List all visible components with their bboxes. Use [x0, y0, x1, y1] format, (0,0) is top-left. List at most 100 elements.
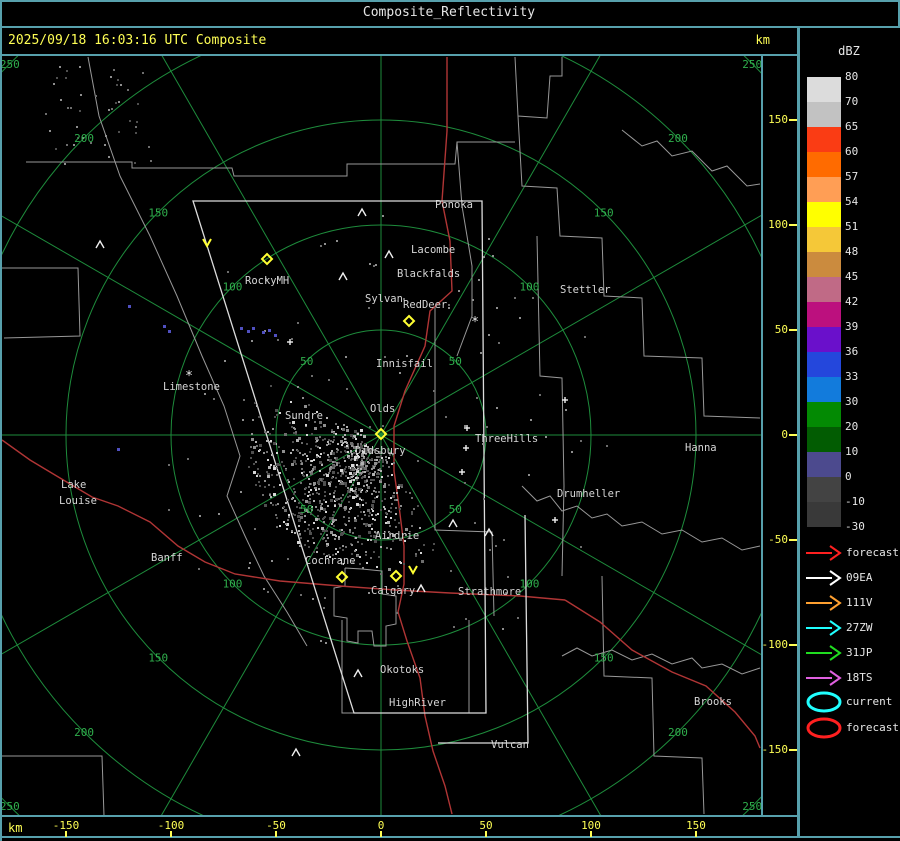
echo-pixel [330, 499, 333, 502]
echo-pixel [340, 533, 343, 536]
echo-pixel [163, 325, 166, 328]
echo-pixel [304, 530, 306, 532]
city-label: Cochrane [305, 555, 356, 567]
echo-pixel [351, 544, 353, 546]
echo-pixel [128, 305, 131, 308]
colorbar-swatch [807, 452, 841, 477]
echo-pixel [342, 545, 344, 547]
legend-label: forecast [846, 721, 899, 734]
echo-pixel [252, 419, 254, 421]
echo-pixel [495, 545, 497, 547]
range-ring-label: 200 [74, 726, 94, 739]
echo-pixel [333, 492, 335, 494]
echo-pixel [248, 567, 250, 569]
echo-pixel [251, 451, 254, 454]
boundary-line [601, 575, 705, 815]
echo-pixel [309, 530, 311, 532]
echo-pixel [312, 598, 314, 600]
echo-pixel [296, 506, 298, 508]
range-ring-label: 150 [148, 652, 168, 665]
echo-pixel [359, 474, 361, 476]
echo-pixel [381, 500, 383, 502]
echo-pixel [259, 449, 261, 451]
echo-pixel [266, 471, 268, 473]
echo-pixel [250, 457, 252, 459]
echo-pixel [259, 485, 261, 487]
echo-pixel [371, 468, 373, 470]
echo-pixel [298, 525, 300, 527]
echo-pixel [294, 532, 296, 534]
echo-pixel [276, 474, 278, 476]
echo-pixel [276, 414, 278, 416]
caret-marker-icon [338, 271, 348, 281]
caret-marker-icon [353, 668, 363, 678]
echo-pixel [448, 304, 450, 306]
echo-pixel [367, 539, 369, 541]
radar-map[interactable]: 50 50 50 50 100 100 100 100 150 150 150 150 200 200 20… [2, 56, 761, 815]
range-ring-label: 200 [74, 132, 94, 145]
echo-pixel [271, 454, 273, 456]
echo-pixel [322, 439, 324, 441]
echo-pixel [287, 499, 289, 501]
echo-pixel [565, 409, 567, 411]
echo-pixel [318, 518, 320, 520]
echo-pixel [255, 484, 257, 486]
echo-pixel [332, 441, 334, 443]
echo-pixel [368, 476, 370, 478]
echo-pixel [311, 433, 313, 435]
echo-pixel [378, 491, 380, 493]
echo-pixel [348, 520, 350, 522]
colorbar-tick-label: -30 [845, 520, 865, 533]
echo-pixel [270, 440, 272, 442]
echo-pixel [371, 504, 374, 507]
echo-pixel [204, 393, 206, 395]
echo-pixel [270, 496, 272, 498]
echo-pixel [366, 484, 368, 486]
echo-pixel [368, 592, 370, 594]
echo-pixel [383, 485, 386, 488]
echo-pixel [323, 537, 325, 539]
echo-pixel [309, 532, 312, 535]
echo-pixel [301, 472, 303, 474]
echo-pixel [374, 487, 376, 489]
echo-pixel [288, 514, 290, 516]
chevron-down-icon [202, 238, 212, 249]
echo-pixel [319, 502, 321, 504]
echo-pixel [334, 490, 336, 492]
bottom-axis-tick [590, 831, 592, 837]
echo-pixel [299, 533, 301, 535]
echo-pixel [198, 568, 200, 570]
echo-pixel [378, 461, 380, 463]
echo-pixel [356, 479, 358, 481]
echo-pixel [362, 504, 364, 506]
echo-pixel [108, 109, 110, 111]
echo-pixel [295, 463, 297, 465]
echo-pixel [338, 538, 340, 540]
echo-pixel [334, 457, 336, 459]
echo-pixel [283, 521, 285, 523]
bottom-axis-tick [65, 831, 67, 837]
echo-pixel [53, 83, 55, 85]
echo-pixel [79, 66, 81, 68]
echo-pixel [306, 434, 308, 436]
echo-pixel [483, 498, 485, 500]
echo-pixel [395, 507, 397, 509]
echo-pixel [376, 459, 378, 461]
station-diamond-icon [402, 314, 416, 328]
range-ring-label: 250 [742, 58, 761, 71]
echo-pixel [386, 461, 388, 463]
echo-pixel [308, 404, 310, 406]
echo-pixel [365, 491, 367, 493]
echo-pixel [390, 517, 392, 519]
echo-pixel [287, 558, 289, 560]
echo-pixel [423, 544, 425, 546]
echo-pixel [361, 518, 363, 520]
echo-pixel [293, 478, 295, 480]
echo-pixel [347, 477, 349, 479]
echo-pixel [291, 530, 293, 532]
echo-pixel [336, 451, 338, 453]
echo-pixel [295, 431, 297, 433]
echo-pixel [365, 523, 368, 526]
echo-pixel [150, 160, 152, 162]
echo-pixel [297, 450, 299, 452]
